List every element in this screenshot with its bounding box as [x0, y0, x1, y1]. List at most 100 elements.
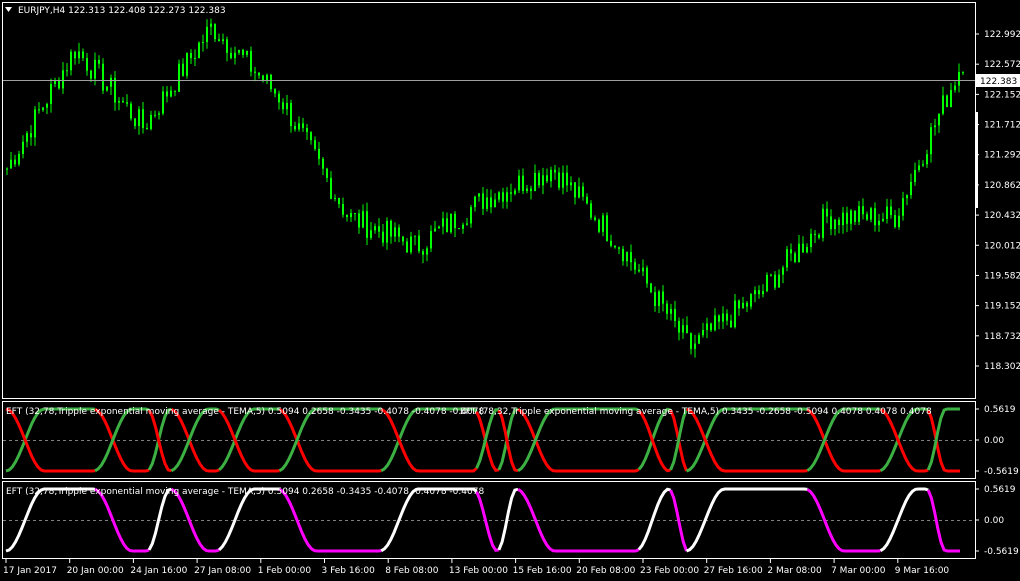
candle-body: [958, 72, 960, 86]
candle-body: [962, 72, 964, 74]
candle-body: [650, 283, 652, 293]
candle-body: [470, 207, 472, 224]
candle-body: [674, 309, 676, 321]
candle-body: [338, 197, 340, 205]
candle-body: [162, 91, 164, 114]
candle-body: [838, 219, 840, 226]
candle-body: [670, 309, 672, 314]
candle-body: [182, 63, 184, 76]
candle-body: [122, 101, 124, 103]
candle-body: [914, 169, 916, 182]
candle-body: [38, 109, 40, 111]
candle-body: [578, 186, 580, 198]
candle-body: [358, 213, 360, 228]
indicator-1-label-b: EFT (78,32,Tripple exponential moving av…: [460, 407, 932, 417]
candle-body: [274, 89, 276, 94]
candle-body: [322, 158, 324, 169]
candle-body: [310, 132, 312, 141]
candle-body: [886, 206, 888, 219]
candle-body: [78, 51, 80, 59]
candle-body: [734, 300, 736, 328]
indicator-tick-label: 0.5619: [984, 485, 1016, 495]
time-axis: 17 Jan 2017 20 Jan 00:00 24 Jan 16:00 27 Ja…: [3, 559, 949, 576]
candle-body: [802, 243, 804, 253]
candle-body: [874, 208, 876, 226]
symbol-header: EURJPY,H4 122.313 122.408 122.273 122.38…: [18, 6, 226, 16]
candle-body: [422, 251, 424, 255]
indicator-tick-label: -0.5619: [984, 467, 1019, 477]
candle-body: [270, 74, 272, 90]
candle-body: [478, 193, 480, 197]
candle-body: [622, 248, 624, 262]
candle-body: [318, 148, 320, 159]
candle-body: [382, 231, 384, 243]
candle-body: [870, 208, 872, 220]
time-tick-label: 9 Mar 16:00: [895, 566, 950, 576]
chart-window[interactable]: 122.992 122.572 122.152 121.712 121.292 120.8…: [0, 0, 1020, 581]
candle-body: [50, 83, 52, 104]
time-tick-label: 17 Jan 2017: [3, 566, 57, 576]
candle-body: [854, 210, 856, 222]
indicator-2-scale: 0.5619 0.00 -0.5619: [975, 485, 1019, 557]
candle-body: [206, 26, 208, 43]
candle-body: [694, 343, 696, 349]
scroll-marker[interactable]: [976, 112, 978, 208]
candle-body: [250, 51, 252, 72]
candle-body: [794, 253, 796, 262]
candle-body: [402, 236, 404, 242]
candle-body: [18, 153, 20, 165]
candle-body: [462, 224, 464, 229]
indicator-1-label-a: EFT (32,78,Tripple exponential moving av…: [6, 407, 484, 417]
candle-body: [30, 133, 32, 138]
candle-body: [526, 188, 528, 192]
candle-body: [290, 102, 292, 126]
candle-body: [450, 213, 452, 233]
candle-body: [218, 39, 220, 42]
candle-body: [10, 159, 12, 169]
candle-body: [522, 175, 524, 192]
candle-body: [950, 90, 952, 108]
candle-body: [834, 219, 836, 229]
candle-body: [602, 215, 604, 232]
candle-body: [438, 226, 440, 229]
candle-body: [334, 197, 336, 199]
candle-body: [890, 206, 892, 216]
candle-body: [638, 269, 640, 272]
candle-body: [174, 90, 176, 92]
time-tick-label: 20 Jan 00:00: [67, 566, 124, 576]
candle-body: [82, 51, 84, 58]
candle-body: [486, 197, 488, 209]
candle-body: [770, 274, 772, 276]
candle-body: [198, 42, 200, 59]
candle-body: [758, 290, 760, 295]
candle-body: [242, 49, 244, 55]
candle-body: [170, 90, 172, 97]
candle-body: [546, 175, 548, 182]
candle-body: [502, 192, 504, 202]
price-tick-label: 120.432: [984, 211, 1020, 221]
candle-body: [498, 192, 500, 200]
candle-body: [314, 140, 316, 149]
candle-body: [114, 77, 116, 103]
candle-body: [154, 114, 156, 116]
candle-body: [814, 233, 816, 235]
price-tick-label: 122.992: [984, 30, 1020, 40]
candle-body: [282, 102, 284, 110]
candle-body: [762, 291, 764, 295]
candle-body: [58, 80, 60, 89]
candle-body: [910, 181, 912, 196]
candle-body: [490, 197, 492, 208]
main-panel-frame[interactable]: [2, 2, 976, 399]
candle-body: [606, 215, 608, 241]
candle-body: [386, 220, 388, 243]
candle-body: [178, 63, 180, 92]
time-tick-label: 27 Jan 08:00: [194, 566, 251, 576]
candle-body: [214, 23, 216, 40]
candle-body: [70, 51, 72, 71]
candle-body: [258, 72, 260, 76]
candle-body: [842, 212, 844, 226]
price-tick-label: 118.732: [984, 332, 1020, 342]
candle-body: [806, 246, 808, 253]
candle-body: [86, 57, 88, 71]
time-tick-label: 24 Jan 16:00: [130, 566, 187, 576]
